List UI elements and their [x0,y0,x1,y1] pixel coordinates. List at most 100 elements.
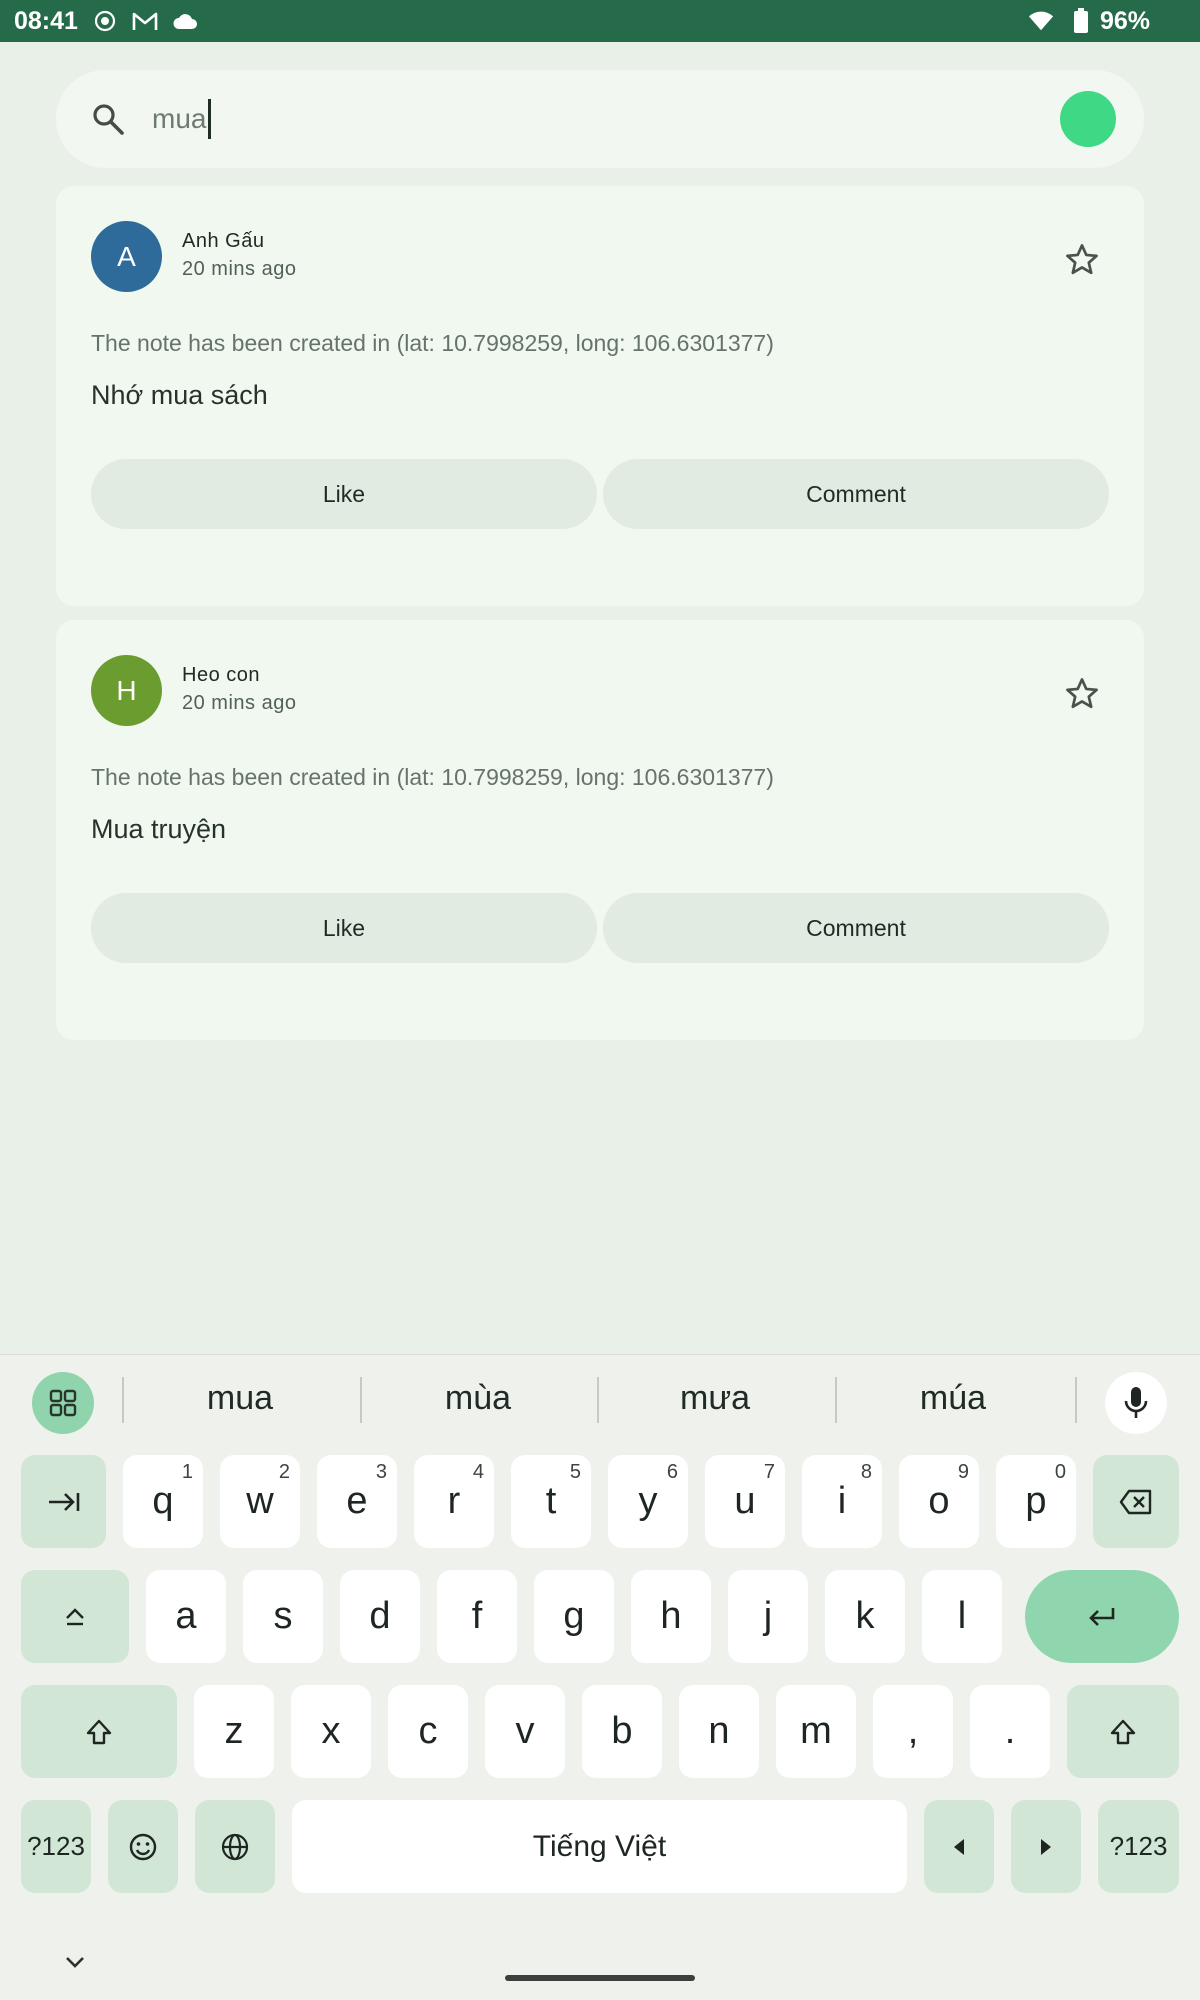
key-r[interactable]: r4 [414,1455,494,1548]
space-key[interactable]: Tiếng Việt [292,1800,907,1893]
suggestion-item[interactable]: mùa [360,1373,596,1423]
chevron-down-icon[interactable] [60,1947,90,1977]
note-author: Heo con [182,664,260,686]
key-label: u [734,1480,756,1522]
note-location: The note has been created in (lat: 10.79… [91,330,774,356]
key-hint: 8 [860,1461,872,1483]
key-label: q [152,1480,174,1522]
tab-key[interactable] [21,1455,106,1548]
key-label: w [246,1480,274,1522]
avatar: A [91,221,162,292]
status-time: 08:41 [14,6,78,35]
shift-key-right[interactable] [1067,1685,1179,1778]
note-author: Anh Gấu [182,230,265,252]
key-v[interactable]: v [485,1685,565,1778]
like-button[interactable]: Like [91,893,597,963]
key-label: o [928,1480,950,1522]
note-timestamp: 20 mins ago [182,258,297,280]
suggestion-item[interactable]: mua [122,1373,358,1423]
caps-lock-key[interactable] [21,1570,129,1663]
key-a[interactable]: a [146,1570,226,1663]
note-card: H Heo con 20 mins ago The note has been … [56,620,1144,1040]
key-label: i [837,1480,847,1522]
key-w[interactable]: w2 [220,1455,300,1548]
shift-key-left[interactable] [21,1685,177,1778]
key-b[interactable]: b [582,1685,662,1778]
note-text: Nhớ mua sách [91,380,268,410]
key-q[interactable]: q1 [123,1455,203,1548]
key-o[interactable]: o9 [899,1455,979,1548]
key-d[interactable]: d [340,1570,420,1663]
battery-percent: 96% [1099,6,1150,35]
screen-record-icon [92,8,118,34]
key-c[interactable]: c [388,1685,468,1778]
suggestion-item[interactable]: mưa [597,1373,833,1423]
cursor-right-key[interactable] [1011,1800,1081,1893]
cursor-left-key[interactable] [924,1800,994,1893]
key-label: r [447,1480,461,1522]
comment-button[interactable]: Comment [603,893,1109,963]
globe-key[interactable] [195,1800,275,1893]
key-h[interactable]: h [631,1570,711,1663]
key-l[interactable]: l [922,1570,1002,1663]
cloud-icon [172,8,198,34]
note-card: A Anh Gấu 20 mins ago The note has been … [56,186,1144,606]
apps-grid-icon[interactable] [32,1372,94,1434]
enter-key[interactable] [1025,1570,1179,1663]
search-bar[interactable]: mua [56,70,1144,168]
key-comma[interactable]: , [873,1685,953,1778]
key-z[interactable]: z [194,1685,274,1778]
key-hint: 2 [278,1461,290,1483]
battery-icon [1068,8,1094,34]
symbols-key-right[interactable]: ?123 [1098,1800,1179,1893]
note-timestamp: 20 mins ago [182,692,297,714]
key-x[interactable]: x [291,1685,371,1778]
status-bar: 08:41 96% [0,0,1200,42]
key-t[interactable]: t5 [511,1455,591,1548]
key-f[interactable]: f [437,1570,517,1663]
like-button[interactable]: Like [91,459,597,529]
key-hint: 1 [181,1461,193,1483]
text-cursor [208,99,212,139]
gmail-icon [132,8,158,34]
suggestion-item[interactable]: múa [835,1373,1071,1423]
key-g[interactable]: g [534,1570,614,1663]
microphone-icon[interactable] [1105,1372,1167,1434]
wifi-icon [1028,8,1054,34]
key-p[interactable]: p0 [996,1455,1076,1548]
profile-avatar[interactable] [1060,91,1116,147]
key-i[interactable]: i8 [802,1455,882,1548]
star-icon[interactable] [1062,240,1102,280]
key-s[interactable]: s [243,1570,323,1663]
key-m[interactable]: m [776,1685,856,1778]
key-label: t [545,1480,557,1522]
search-query-text: mua [152,103,207,134]
key-u[interactable]: u7 [705,1455,785,1548]
key-n[interactable]: n [679,1685,759,1778]
key-hint: 3 [375,1461,387,1483]
search-icon[interactable] [86,97,130,141]
avatar: H [91,655,162,726]
home-indicator[interactable] [505,1975,695,1981]
key-hint: 4 [472,1461,484,1483]
star-icon[interactable] [1062,674,1102,714]
key-period[interactable]: . [970,1685,1050,1778]
comment-button[interactable]: Comment [603,459,1109,529]
key-k[interactable]: k [825,1570,905,1663]
emoji-key[interactable] [108,1800,178,1893]
backspace-key[interactable] [1093,1455,1179,1548]
key-label: p [1025,1480,1047,1522]
key-hint: 6 [666,1461,678,1483]
suggestion-bar: mua mùa mưa múa [0,1355,1200,1441]
key-label: y [638,1480,658,1522]
symbols-key-left[interactable]: ?123 [21,1800,91,1893]
note-location: The note has been created in (lat: 10.79… [91,764,774,790]
note-text: Mua truyện [91,814,227,844]
divider [1075,1377,1077,1423]
key-y[interactable]: y6 [608,1455,688,1548]
key-hint: 9 [957,1461,969,1483]
key-e[interactable]: e3 [317,1455,397,1548]
search-input[interactable]: mua [152,99,212,139]
key-j[interactable]: j [728,1570,808,1663]
soft-keyboard: mua mùa mưa múa q1 w2 e3 r4 t5 y6 u7 i8 … [0,1354,1200,2000]
